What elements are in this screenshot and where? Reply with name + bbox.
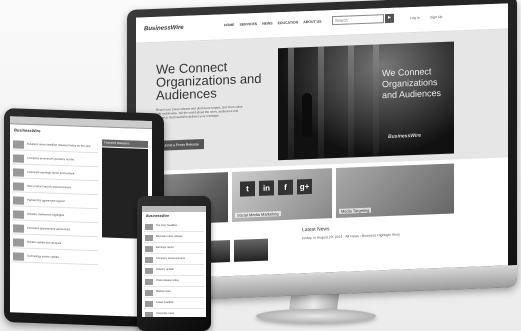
tablet-list-item[interactable]: Industry conference highlights	[12, 208, 98, 224]
phone-screen: BusinessWire Top story headline Business…	[142, 206, 206, 317]
list-item-text: Executive appointment announced	[27, 225, 70, 232]
facebook-icon[interactable]: f	[278, 179, 293, 196]
phone-list-item[interactable]: Press release today	[144, 277, 204, 287]
phone-browser-bar	[142, 206, 206, 212]
feature-tile-social[interactable]: t in f g+ Social Media Marketing	[232, 168, 332, 222]
phone-list-item[interactable]: Company announcement	[144, 255, 204, 265]
search-button[interactable]: ▸	[385, 13, 394, 24]
device-mockup-scene: BusinessWire HOME SERVICES NEWS EDUCATIO…	[0, 0, 521, 331]
list-item-text: Company announcement	[156, 257, 185, 260]
thumbnail	[13, 210, 24, 219]
tablet-list-item[interactable]: New product launch announcement	[12, 180, 98, 196]
thumbnail	[13, 252, 24, 261]
thumbnail	[13, 238, 24, 247]
list-item-text: Top story headline	[156, 224, 178, 227]
tablet-list-item[interactable]: Partnership agreement signed	[12, 194, 98, 210]
list-item-text: Business news headline released today on…	[27, 141, 91, 149]
photo-logo: BusinessWire	[388, 132, 422, 140]
photo-heading: We Connect Organizations and Audiences	[382, 66, 442, 101]
list-item-text: Partnership agreement signed	[27, 197, 65, 204]
list-item-text: Corporate news	[156, 312, 175, 315]
tile-caption: Media Targeting	[339, 207, 372, 214]
hero-heading: We Connect Organizations and Audiences	[156, 59, 262, 103]
thumbnail	[13, 182, 24, 191]
list-item-text: Earnings report	[156, 246, 174, 249]
search-input[interactable]: Search	[332, 14, 384, 26]
thumbnail	[13, 154, 24, 163]
phone-list-item[interactable]: Corporate news	[144, 310, 204, 317]
thumbnail	[145, 290, 153, 296]
phone-list-item[interactable]: Industry update	[144, 266, 204, 276]
thumbnail	[145, 246, 153, 252]
phone-list-item[interactable]: Top story headline	[144, 222, 204, 232]
hero-photo: We Connect Organizations and Audiences B…	[278, 41, 454, 161]
googleplus-icon[interactable]: g+	[297, 178, 312, 195]
tablet-brand-logo[interactable]: BusinessWire	[14, 127, 40, 133]
tablet-list-item[interactable]: Market update and analysis	[12, 236, 98, 252]
tablet-list-item[interactable]: Business news headline released today on…	[12, 138, 98, 154]
nav-item-education[interactable]: EDUCATION	[278, 20, 299, 25]
phone-list-item[interactable]: Market news	[144, 288, 204, 298]
linkedin-icon[interactable]: in	[259, 180, 274, 196]
phone-list-item[interactable]: Latest headline	[144, 299, 204, 309]
list-item-text: Technology sector update	[27, 253, 59, 259]
photo-pillar	[348, 45, 354, 158]
tile-caption: Social Media Marketing	[235, 211, 281, 218]
list-item-text: Company announces quarterly results	[27, 155, 75, 162]
nav-item-news[interactable]: NEWS	[262, 21, 273, 25]
phone-device: BusinessWire Top story headline Business…	[137, 196, 211, 331]
list-item-text: Industry conference highlights	[27, 211, 65, 218]
list-item-text: Latest headline	[156, 301, 174, 304]
list-item-text: Market news	[156, 290, 171, 293]
thumbnail	[13, 224, 24, 233]
thumbnail[interactable]	[234, 238, 268, 262]
list-item-text: New product launch announcement	[27, 183, 72, 190]
thumbnail	[145, 301, 153, 307]
list-item-text: Press release today	[156, 279, 179, 282]
thumbnail	[145, 312, 153, 317]
photo-pillar	[288, 47, 294, 160]
nav-item-home[interactable]: HOME	[224, 23, 235, 27]
thumbnail	[13, 140, 24, 149]
signup-link[interactable]: Sign Up	[430, 15, 442, 19]
hero-body-text: Reach your press release and disclosure …	[156, 104, 243, 120]
photo-pillar	[373, 44, 379, 157]
thumbnail	[13, 168, 24, 177]
list-item-text: Business news release	[156, 235, 183, 238]
monitor-stand-base	[256, 309, 376, 323]
tablet-list-item[interactable]: Executive appointment announced	[12, 222, 98, 238]
latest-news: Latest News Friday, in August 29, 2014 ·…	[302, 223, 422, 241]
photo-pillar	[318, 46, 324, 159]
thumbnail	[145, 257, 153, 263]
main-nav: HOME SERVICES NEWS EDUCATION ABOUT US	[224, 20, 321, 28]
nav-item-about-us[interactable]: ABOUT US	[303, 20, 321, 25]
thumbnail	[145, 268, 153, 274]
list-item-text: Corporate earnings report and outlook	[27, 169, 75, 176]
twitter-icon[interactable]: t	[240, 181, 255, 197]
tablet-list-item[interactable]: Company announces quarterly results	[12, 152, 98, 168]
hero-section: We Connect Organizations and Audiences R…	[136, 29, 508, 172]
login-link[interactable]: Log In	[410, 16, 420, 20]
tablet-screen: BusinessWire Featured Releases Business …	[10, 116, 152, 318]
thumbnail	[13, 196, 24, 205]
tablet-list-item[interactable]: Technology sector update	[12, 250, 98, 266]
thumbnail	[145, 224, 153, 230]
photo-person	[302, 92, 312, 138]
nav-item-services[interactable]: SERVICES	[240, 22, 258, 27]
latest-news-item[interactable]: Friday, in August 29, 2014 · All News › …	[302, 232, 422, 241]
brand-logo[interactable]: BusinessWire	[144, 25, 184, 33]
list-item-text: Industry update	[156, 268, 174, 271]
feature-tile[interactable]: Media Targeting	[336, 163, 454, 218]
phone-list-item[interactable]: Earnings report	[144, 244, 204, 254]
thumbnail	[145, 279, 153, 285]
list-item-text: Market update and analysis	[27, 239, 62, 245]
thumbnail	[145, 235, 153, 241]
tablet-list-item[interactable]: Corporate earnings report and outlook	[12, 166, 98, 182]
phone-brand-logo[interactable]: BusinessWire	[146, 214, 169, 218]
phone-list-item[interactable]: Business news release	[144, 233, 204, 243]
